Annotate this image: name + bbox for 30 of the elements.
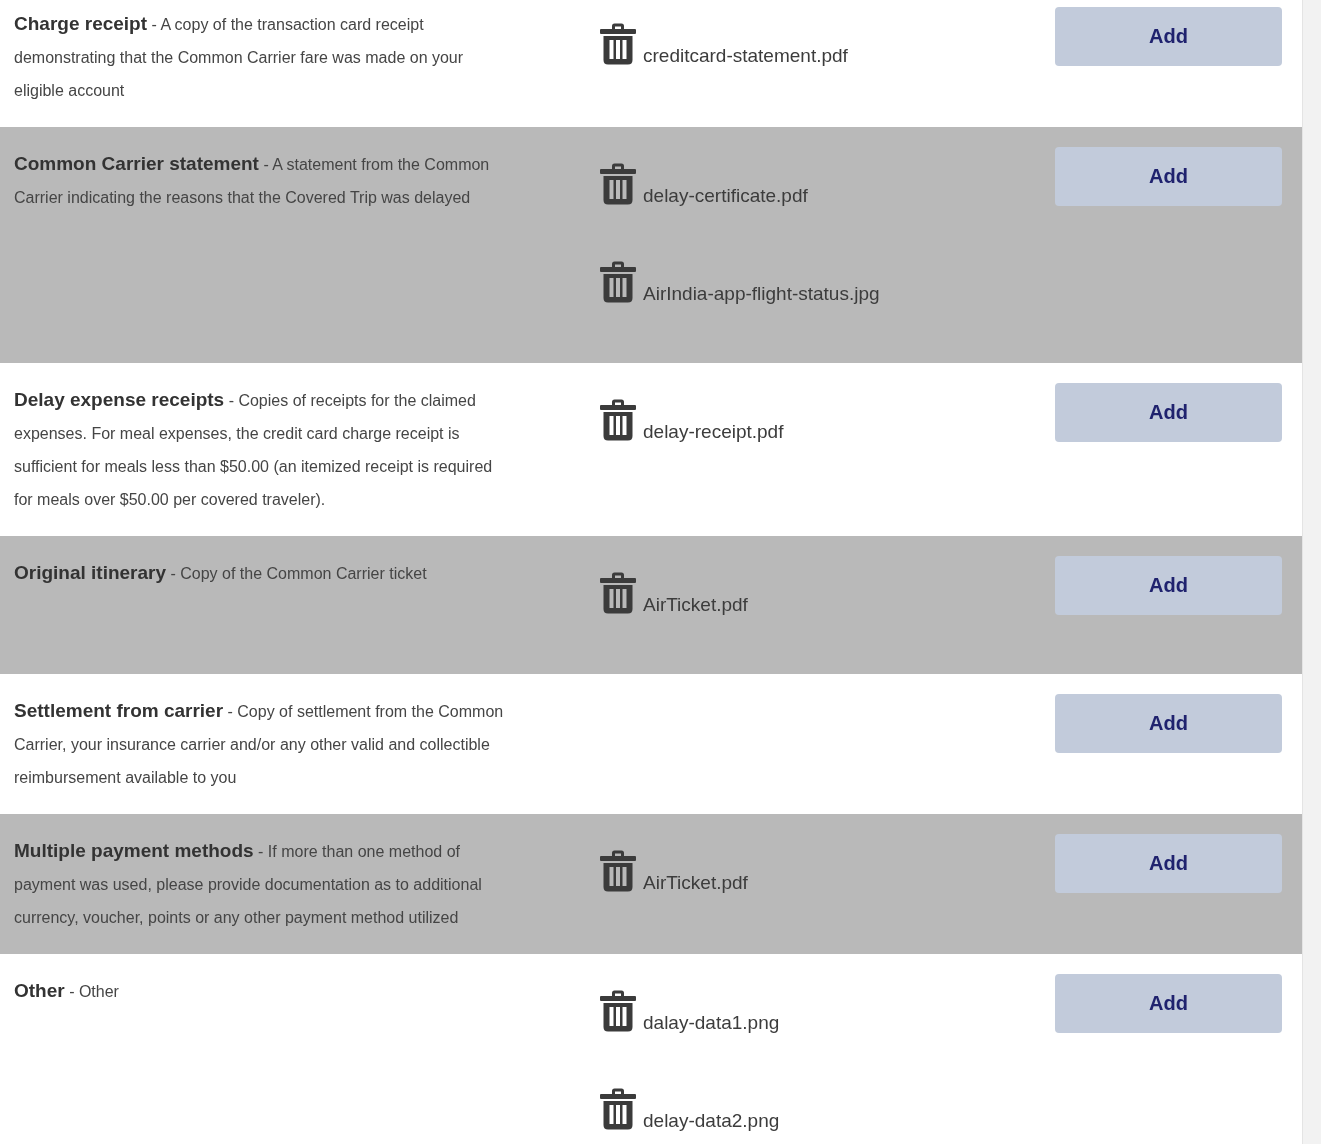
trash-icon[interactable] [600, 572, 636, 614]
add-button[interactable]: Add [1055, 556, 1282, 615]
file-name: AirTicket.pdf [643, 872, 748, 894]
requirement-description: Multiple payment methods - If more than one method of payment was used, please provide documentation as to additional currency, voucher, points or any other payment method utilized [14, 839, 483, 928]
file-name: dalay-data1.png [643, 1012, 780, 1034]
file-name: AirIndia-app-flight-status.jpg [643, 283, 880, 305]
requirement-description: Other - Other [14, 979, 120, 1003]
trash-icon[interactable] [600, 399, 636, 441]
trash-icon[interactable] [600, 23, 636, 65]
file-name: delay-certificate.pdf [643, 185, 808, 207]
add-button[interactable]: Add [1055, 147, 1282, 206]
trash-icon[interactable] [600, 1088, 636, 1130]
file-name: delay-receipt.pdf [643, 421, 784, 443]
add-button[interactable]: Add [1055, 383, 1282, 442]
requirement-description: Charge receipt - A copy of the transaction card receipt demonstrating that the Common Carrier fare was made on your eligible account [14, 12, 465, 101]
trash-icon[interactable] [600, 850, 636, 892]
trash-icon[interactable] [600, 163, 636, 205]
add-button[interactable]: Add [1055, 694, 1282, 753]
trash-icon[interactable] [600, 261, 636, 303]
file-name: AirTicket.pdf [643, 594, 748, 616]
trash-icon[interactable] [600, 990, 636, 1032]
requirement-description: Common Carrier statement - A statement from the Common Carrier indicating the reasons that the Covered Trip was delayed [14, 152, 491, 208]
file-name: delay-data2.png [643, 1110, 780, 1132]
file-name: creditcard-statement.pdf [643, 45, 848, 67]
add-button[interactable]: Add [1055, 974, 1282, 1033]
requirement-description: Delay expense receipts - Copies of receipts for the claimed expenses. For meal expenses, the credit card charge receipt is sufficient for meals less than $50.00 (an itemized receipt is required for meals over $50.00 per covered traveler). [14, 388, 494, 510]
add-button[interactable]: Add [1055, 834, 1282, 893]
add-button[interactable]: Add [1055, 7, 1282, 66]
requirement-description: Original itinerary - Copy of the Common Carrier ticket [14, 561, 428, 585]
requirement-description: Settlement from carrier - Copy of settlement from the Common Carrier, your insurance carrier and/or any other valid and collectible reimbursement available to you [14, 699, 505, 788]
